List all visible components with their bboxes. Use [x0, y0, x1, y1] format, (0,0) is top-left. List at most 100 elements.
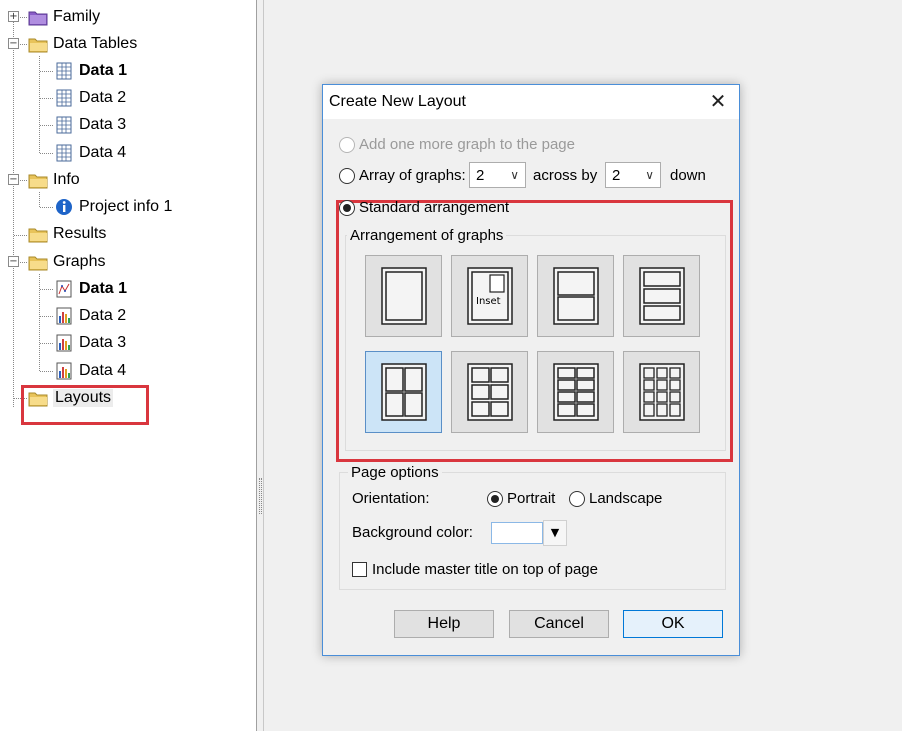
tree-item-family[interactable]: Family [28, 5, 100, 29]
data-table-icon [54, 116, 74, 134]
tree-connector [40, 289, 53, 290]
bar-graph-icon [54, 362, 74, 380]
tree-item-label: Data 4 [79, 144, 127, 161]
folder-icon [28, 225, 48, 243]
array-of-graphs-radio[interactable] [339, 167, 355, 184]
tree-item-label: Graphs [53, 253, 106, 270]
portrait-radio[interactable] [487, 490, 503, 507]
tree-item-label: Family [53, 8, 101, 25]
splitter-grip[interactable] [259, 478, 262, 514]
tree-item-graph-4[interactable]: Data 4 [54, 359, 126, 383]
layout-single-graph[interactable] [365, 255, 442, 337]
collapse-graphs-button[interactable]: − [8, 256, 19, 267]
two-by-two-layout-icon [380, 363, 427, 421]
across-count-value: 2 [476, 166, 485, 184]
tree-item-graph-1[interactable]: Data 1 [54, 277, 127, 301]
tree-connector [18, 180, 27, 181]
tree-item-graphs[interactable]: Graphs [28, 250, 105, 274]
down-count-select[interactable]: 2 ∨ [605, 162, 661, 188]
two-by-three-layout-icon [466, 363, 513, 421]
down-label: down [670, 167, 706, 184]
tree-item-data-table-4[interactable]: Data 4 [54, 141, 126, 165]
background-color-swatch[interactable] [491, 522, 543, 544]
across-count-select[interactable]: 2 ∨ [469, 162, 526, 188]
master-title-checkbox[interactable] [352, 562, 367, 577]
tree-item-label: Project info 1 [79, 198, 173, 215]
create-new-layout-dialog: Create New Layout ✕ Add one more graph t… [322, 84, 740, 656]
layout-graph-with-inset[interactable]: Inset [451, 255, 528, 337]
tree-item-data-table-3[interactable]: Data 3 [54, 113, 126, 137]
dialog-title: Create New Layout [329, 93, 466, 110]
orientation-label: Orientation: [352, 490, 430, 507]
landscape-radio[interactable] [569, 490, 585, 507]
tree-connector [40, 343, 53, 344]
portrait-option[interactable]: Portrait [487, 490, 555, 507]
tree-item-info[interactable]: Info [28, 168, 80, 192]
tree-item-data-tables[interactable]: Data Tables [28, 32, 137, 56]
tree-item-graph-3[interactable]: Data 3 [54, 331, 126, 355]
master-title-option[interactable]: Include master title on top of page [352, 561, 598, 578]
single-graph-layout-icon [380, 267, 427, 325]
tree-item-graph-2[interactable]: Data 2 [54, 304, 126, 328]
dialog-titlebar[interactable]: Create New Layout ✕ [323, 85, 739, 119]
landscape-option[interactable]: Landscape [569, 490, 662, 507]
standard-arrangement-option[interactable]: Standard arrangement [339, 199, 509, 216]
background-color-label: Background color: [352, 524, 473, 541]
layouts-highlight-box [21, 385, 149, 425]
tree-connector [40, 125, 53, 126]
pane-splitter[interactable] [257, 0, 264, 731]
ok-button[interactable]: OK [623, 610, 723, 638]
tree-root-line [13, 22, 14, 407]
background-color-dropdown[interactable]: ▼ [543, 520, 567, 546]
inset-layout-icon: Inset [466, 267, 513, 325]
landscape-label: Landscape [589, 490, 663, 507]
three-stacked-layout-icon [638, 267, 685, 325]
layout-three-by-four[interactable] [623, 351, 700, 433]
help-button[interactable]: Help [394, 610, 494, 638]
array-of-graphs-label: Array of graphs: [359, 167, 466, 184]
expand-family-button[interactable]: + [8, 11, 19, 22]
tree-connector [40, 207, 53, 208]
graph-icon [54, 280, 74, 298]
tree-item-data-table-1[interactable]: Data 1 [54, 59, 127, 83]
folder-icon [28, 171, 48, 189]
chevron-down-icon: ∨ [510, 168, 519, 182]
close-icon[interactable]: ✕ [707, 91, 729, 113]
folder-icon [28, 253, 48, 271]
tree-item-label: Data 2 [79, 89, 127, 106]
tree-item-project-info-1[interactable]: Project info 1 [54, 195, 172, 219]
folder-icon [28, 35, 48, 53]
tree-branch-line [39, 192, 40, 207]
navigator-tree: + − − − Family Data Tables Data 1 Data 2… [0, 0, 257, 731]
tree-item-results[interactable]: Results [28, 222, 106, 246]
arrangement-group-title: Arrangement of graphs [347, 227, 507, 244]
add-graph-radio[interactable] [339, 136, 355, 153]
tree-item-label: Info [53, 171, 80, 188]
dropdown-arrow-icon: ▼ [550, 526, 560, 539]
layout-two-by-three[interactable] [451, 351, 528, 433]
add-graph-label: Add one more graph to the page [359, 136, 575, 153]
layout-three-stacked[interactable] [623, 255, 700, 337]
two-stacked-layout-icon [552, 267, 599, 325]
layout-two-by-two[interactable] [365, 351, 442, 433]
tree-item-data-table-2[interactable]: Data 2 [54, 86, 126, 110]
tree-item-label: Data 2 [79, 307, 127, 324]
info-icon [54, 198, 74, 216]
two-by-four-layout-icon [552, 363, 599, 421]
array-of-graphs-option[interactable]: Array of graphs: [339, 167, 466, 184]
tree-connector [40, 153, 53, 154]
collapse-info-button[interactable]: − [8, 174, 19, 185]
add-graph-option[interactable]: Add one more graph to the page [339, 136, 575, 153]
tree-item-label: Data 1 [79, 280, 128, 297]
portrait-label: Portrait [507, 490, 556, 507]
layout-two-stacked[interactable] [537, 255, 614, 337]
tree-item-label: Data 3 [79, 116, 127, 133]
data-table-icon [54, 62, 74, 80]
bar-graph-icon [54, 334, 74, 352]
tree-item-label: Data 1 [79, 62, 128, 79]
standard-arrangement-radio[interactable] [339, 199, 355, 216]
layout-two-by-four[interactable] [537, 351, 614, 433]
cancel-button[interactable]: Cancel [509, 610, 609, 638]
collapse-data-tables-button[interactable]: − [8, 38, 19, 49]
standard-arrangement-label: Standard arrangement [359, 199, 510, 216]
